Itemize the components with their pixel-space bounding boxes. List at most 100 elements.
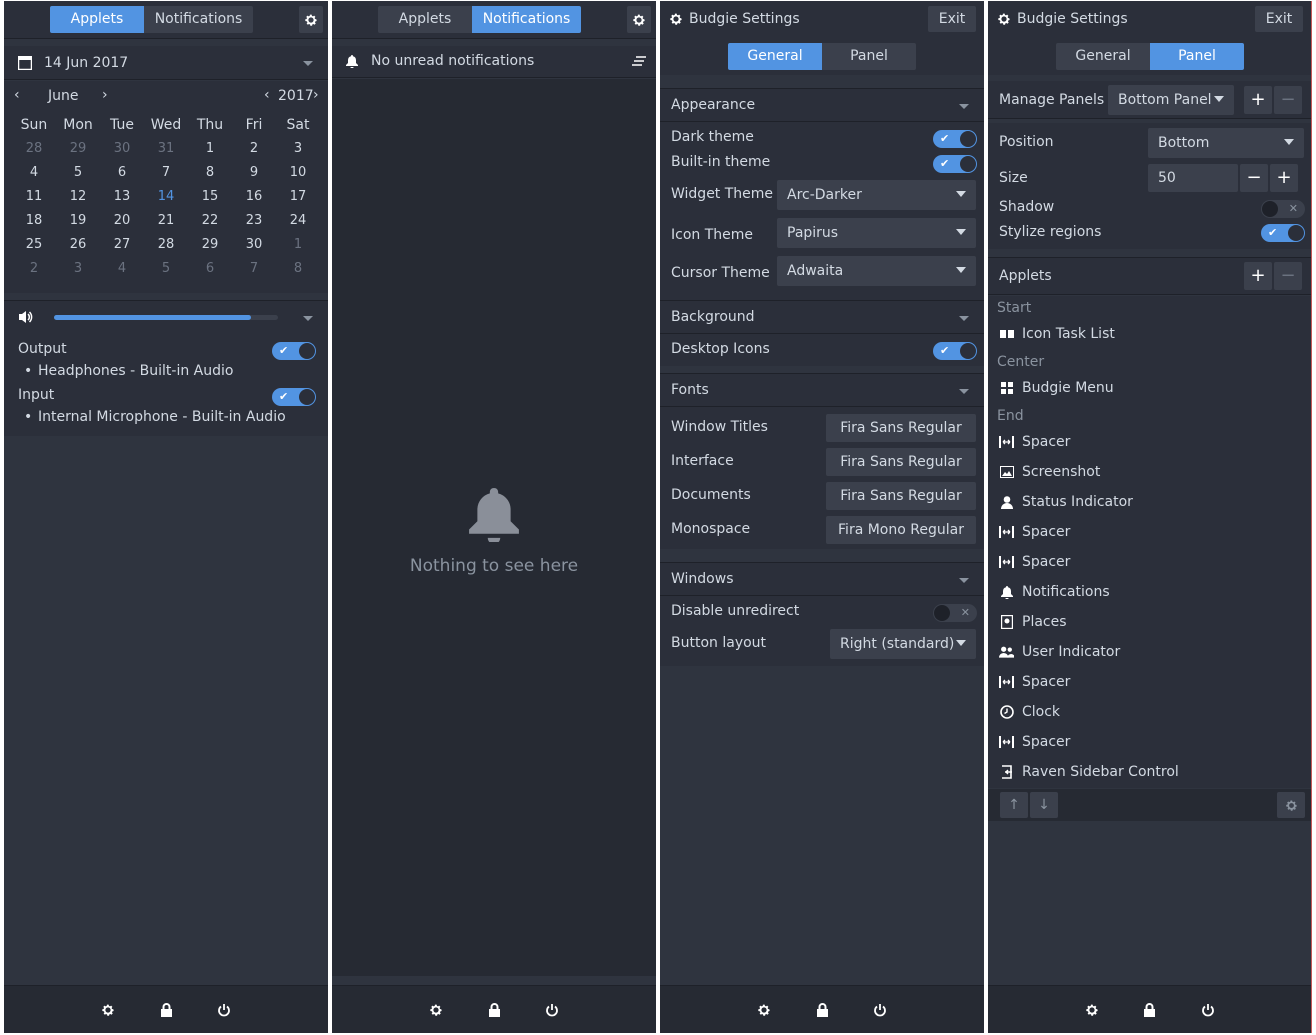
lock-icon[interactable] (486, 1002, 502, 1018)
tab-general[interactable]: General (1056, 43, 1150, 70)
chevron-down-icon[interactable] (303, 316, 313, 321)
calendar-day[interactable]: 31 (144, 136, 188, 160)
builtin-theme-toggle[interactable]: ✔ (933, 155, 977, 173)
settings-button[interactable] (299, 6, 323, 33)
calendar-day[interactable]: 13 (100, 184, 144, 208)
calendar-day[interactable]: 10 (276, 160, 320, 184)
size-decrease-button[interactable]: − (1240, 164, 1268, 192)
calendar-day[interactable]: 3 (276, 136, 320, 160)
tab-general[interactable]: General (728, 43, 822, 70)
calendar-day[interactable]: 15 (188, 184, 232, 208)
applet-list-item[interactable]: Icon Task List (999, 326, 1115, 342)
documents-font-button[interactable]: Fira Sans Regular (826, 482, 976, 510)
chevron-down-icon[interactable] (303, 61, 313, 66)
widget-theme-dropdown[interactable]: Arc-Darker (777, 180, 976, 210)
move-down-button[interactable]: ↓ (1030, 792, 1058, 818)
applet-list-item[interactable]: Clock (999, 704, 1060, 720)
calendar-day[interactable]: 28 (144, 232, 188, 256)
calendar-day[interactable]: 5 (56, 160, 100, 184)
calendar-day[interactable]: 25 (12, 232, 56, 256)
monospace-font-button[interactable]: Fira Mono Regular (826, 516, 976, 544)
input-device[interactable]: Internal Microphone - Built-in Audio (38, 409, 286, 425)
calendar-day[interactable]: 7 (144, 160, 188, 184)
applet-list-item[interactable]: User Indicator (999, 644, 1120, 660)
tab-notifications[interactable]: Notifications (144, 6, 253, 33)
disable-unredirect-toggle[interactable]: ✕ (933, 604, 977, 622)
calendar-day[interactable]: 8 (188, 160, 232, 184)
applet-list-item[interactable]: Spacer (999, 554, 1070, 570)
window-titles-font-button[interactable]: Fira Sans Regular (826, 414, 976, 442)
appearance-header[interactable]: Appearance (660, 88, 984, 122)
output-toggle[interactable]: ✔ (272, 342, 316, 360)
calendar-day[interactable]: 19 (56, 208, 100, 232)
calendar-day[interactable]: 4 (100, 256, 144, 280)
position-dropdown[interactable]: Bottom (1148, 128, 1304, 158)
tab-panel[interactable]: Panel (1150, 43, 1244, 70)
tab-panel[interactable]: Panel (822, 43, 916, 70)
calendar-day[interactable]: 17 (276, 184, 320, 208)
calendar-day[interactable]: 14 (144, 184, 188, 208)
tab-notifications[interactable]: Notifications (472, 6, 581, 33)
exit-button[interactable]: Exit (928, 6, 976, 32)
calendar-day[interactable]: 1 (276, 232, 320, 256)
power-icon[interactable] (544, 1002, 560, 1018)
calendar-day[interactable]: 28 (12, 136, 56, 160)
clear-all-icon[interactable] (632, 56, 646, 67)
stylize-regions-toggle[interactable]: ✔ (1261, 224, 1305, 242)
lock-icon[interactable] (158, 1002, 174, 1018)
applet-list-item[interactable]: Screenshot (999, 464, 1100, 480)
applet-list-item[interactable]: Spacer (999, 734, 1070, 750)
settings-button[interactable] (627, 6, 651, 33)
prev-month-icon[interactable]: ‹ (14, 87, 20, 103)
background-header[interactable]: Background (660, 300, 984, 334)
next-month-icon[interactable]: › (102, 87, 108, 103)
calendar-day[interactable]: 2 (232, 136, 276, 160)
applet-list-item[interactable]: Status Indicator (999, 494, 1133, 510)
power-icon[interactable] (1200, 1002, 1216, 1018)
lock-icon[interactable] (1142, 1002, 1158, 1018)
size-increase-button[interactable]: + (1270, 164, 1298, 192)
power-icon[interactable] (216, 1002, 232, 1018)
windows-header[interactable]: Windows (660, 562, 984, 596)
calendar-day[interactable]: 7 (232, 256, 276, 280)
move-up-button[interactable]: ↑ (1000, 792, 1028, 818)
calendar-day[interactable]: 16 (232, 184, 276, 208)
calendar-day[interactable]: 23 (232, 208, 276, 232)
settings-gear-icon[interactable] (100, 1002, 116, 1018)
applet-list-item[interactable]: Notifications (999, 584, 1110, 600)
calendar-day[interactable]: 29 (188, 232, 232, 256)
calendar-day[interactable]: 1 (188, 136, 232, 160)
exit-button[interactable]: Exit (1255, 6, 1303, 32)
settings-gear-icon[interactable] (1084, 1002, 1100, 1018)
calendar-day[interactable]: 6 (100, 160, 144, 184)
settings-gear-icon[interactable] (428, 1002, 444, 1018)
calendar-day[interactable]: 9 (232, 160, 276, 184)
panel-select-dropdown[interactable]: Bottom Panel (1108, 85, 1234, 115)
calendar-day[interactable]: 24 (276, 208, 320, 232)
power-icon[interactable] (872, 1002, 888, 1018)
applet-list-item[interactable]: Spacer (999, 524, 1070, 540)
applet-list-item[interactable]: Raven Sidebar Control (999, 764, 1179, 780)
calendar-day[interactable]: 11 (12, 184, 56, 208)
calendar-day[interactable]: 8 (276, 256, 320, 280)
calendar-day[interactable]: 12 (56, 184, 100, 208)
calendar-day[interactable]: 22 (188, 208, 232, 232)
calendar-day[interactable]: 30 (100, 136, 144, 160)
tab-applets[interactable]: Applets (378, 6, 472, 33)
add-applet-button[interactable]: + (1244, 262, 1272, 290)
calendar-day[interactable]: 29 (56, 136, 100, 160)
output-device[interactable]: Headphones - Built-in Audio (38, 363, 233, 379)
calendar-day[interactable]: 2 (12, 256, 56, 280)
add-panel-button[interactable]: + (1244, 86, 1272, 114)
interface-font-button[interactable]: Fira Sans Regular (826, 448, 976, 476)
settings-gear-icon[interactable] (756, 1002, 772, 1018)
calendar-day[interactable]: 20 (100, 208, 144, 232)
calendar-day[interactable]: 5 (144, 256, 188, 280)
icon-theme-dropdown[interactable]: Papirus (777, 218, 976, 248)
calendar-day[interactable]: 27 (100, 232, 144, 256)
applet-list-item[interactable]: Places (999, 614, 1067, 630)
calendar-day[interactable]: 18 (12, 208, 56, 232)
calendar-day[interactable]: 26 (56, 232, 100, 256)
cursor-theme-dropdown[interactable]: Adwaita (777, 256, 976, 286)
calendar-day[interactable]: 4 (12, 160, 56, 184)
